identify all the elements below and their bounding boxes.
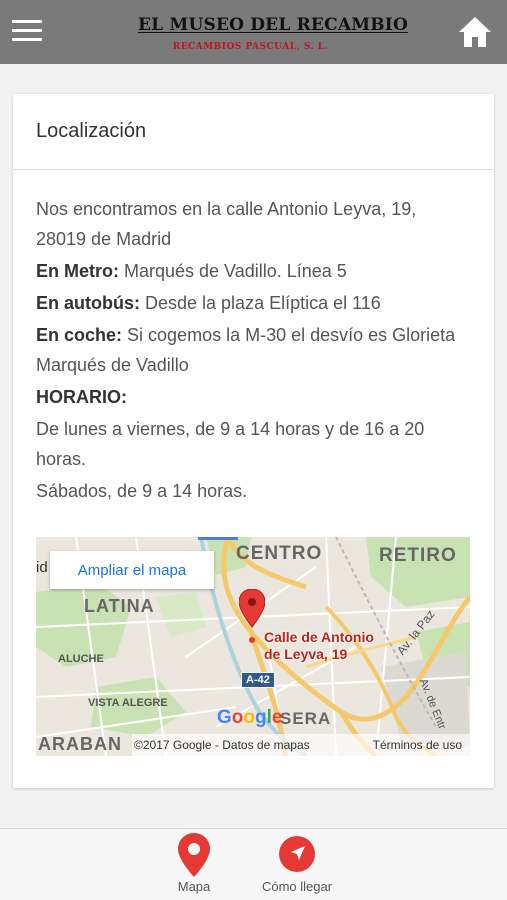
navigation-arrow-icon — [279, 836, 315, 872]
schedule-label: HORARIO: — [36, 387, 127, 407]
saturday-hours: Sábados, de 9 a 14 horas. — [36, 481, 248, 501]
car-label: En coche: — [36, 325, 123, 345]
place-label-line1: Calle de Antonio — [264, 629, 374, 645]
nav-map-button[interactable]: Mapa — [149, 829, 239, 900]
neighborhood-label-vista-alegre: VISTA ALEGRE — [88, 697, 168, 709]
map-marker-icon[interactable] — [238, 588, 266, 654]
google-logo: Google — [217, 707, 283, 728]
home-icon[interactable] — [457, 14, 493, 50]
card-header: Localización — [13, 94, 494, 170]
map-fragment-text: id — [36, 559, 48, 576]
card-body: Nos encontramos en la calle Antonio Leyv… — [13, 170, 494, 506]
nav-route-label: Cómo llegar — [261, 879, 333, 894]
bus-label: En autobús: — [36, 293, 140, 313]
district-label-centro: CENTRO — [236, 543, 323, 564]
bus-info: En autobús: Desde la plaza Elíptica el 1… — [36, 288, 471, 318]
map-attribution-bar: ©2017 Google - Datos de mapas Términos d… — [132, 734, 470, 756]
metro-info: En Metro: Marqués de Vadillo. Línea 5 — [36, 256, 471, 286]
expand-map-button[interactable]: Ampliar el mapa — [50, 551, 214, 589]
map-copyright: ©2017 Google - Datos de mapas — [134, 738, 310, 752]
address-text: Nos encontramos en la calle Antonio Leyv… — [36, 199, 417, 249]
logo-subtitle: RECAMBIOS PASCUAL, S. L. — [172, 42, 329, 52]
car-info: En coche: Si cogemos la M-30 el desvío e… — [36, 320, 471, 380]
bottom-nav: Mapa Cómo llegar — [0, 828, 507, 900]
district-label-usera: SERA — [280, 709, 332, 728]
district-label-retiro: RETIRO — [379, 545, 457, 566]
weekday-hours: De lunes a viernes, de 9 a 14 horas y de… — [36, 419, 425, 469]
place-label: Calle de Antonio de Leyva, 19 — [264, 629, 374, 663]
embedded-map[interactable]: id Ampliar el mapa CENTRO RETIRO LATINA … — [36, 537, 470, 756]
road-shield-a42: A-42 — [241, 672, 275, 688]
logo[interactable]: EL MUSEO DEL RECAMBIO RECAMBIOS PASCUAL,… — [138, 15, 408, 55]
metro-value: Marqués de Vadillo. Línea 5 — [119, 261, 347, 281]
logo-title: EL MUSEO DEL RECAMBIO — [138, 15, 408, 35]
metro-label: En Metro: — [36, 261, 119, 281]
bus-value: Desde la plaza Elíptica el 116 — [140, 293, 381, 313]
schedule-heading: HORARIO: — [36, 382, 471, 412]
nav-map-label: Mapa — [177, 879, 211, 894]
place-label-line2: de Leyva, 19 — [264, 646, 348, 662]
neighborhood-label-aluche: ALUCHE — [58, 653, 104, 665]
card-title: Localización — [36, 120, 147, 142]
map-terms-link[interactable]: Términos de uso — [373, 738, 470, 752]
district-label-latina: LATINA — [84, 596, 155, 616]
app-header: EL MUSEO DEL RECAMBIO RECAMBIOS PASCUAL,… — [0, 0, 507, 64]
map-pin-icon — [178, 833, 210, 877]
nav-route-button[interactable]: Cómo llegar — [252, 829, 342, 900]
hamburger-icon[interactable] — [12, 20, 42, 44]
district-label-arganzuela: ARABAN — [38, 734, 122, 754]
location-card: Localización Nos encontramos en la calle… — [13, 94, 494, 788]
